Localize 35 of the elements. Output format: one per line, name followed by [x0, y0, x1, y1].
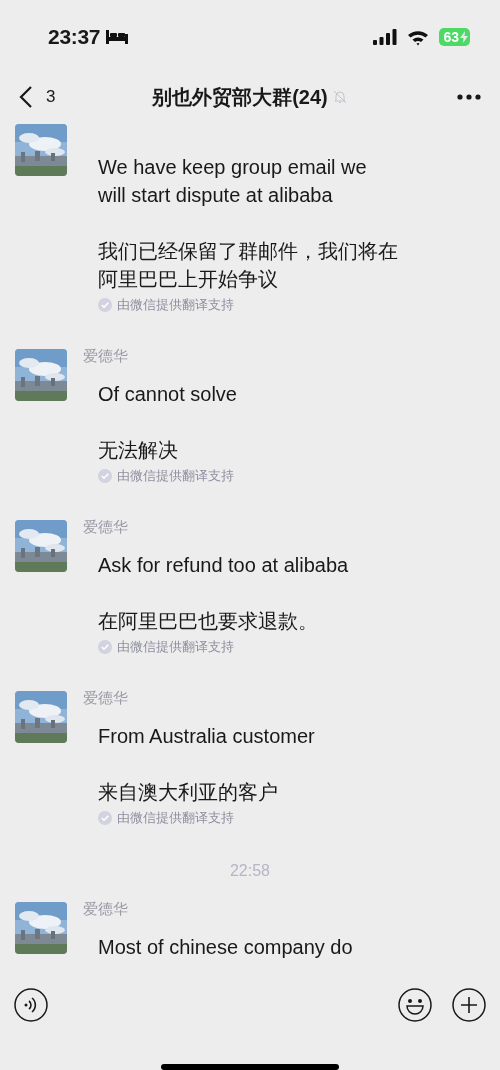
translation-note: 由微信提供翻译支持 [117, 296, 234, 314]
more-icon[interactable] [456, 93, 482, 101]
emoji-button[interactable] [398, 988, 432, 1022]
voice-button[interactable] [14, 988, 48, 1022]
translated-text: 我们已经保留了群邮件，我们将在阿里巴巴上开始争议 [98, 239, 399, 292]
chevron-left-icon [18, 85, 34, 109]
check-icon [98, 298, 112, 312]
message-text: From Australia customer [98, 724, 316, 749]
check-icon [98, 640, 112, 654]
translation-note: 由微信提供翻译支持 [117, 467, 234, 485]
sender-name: 爱德华 [83, 347, 128, 365]
chat-title: 别也外贸部大群(24) [152, 84, 328, 110]
sender-name: 爱德华 [83, 689, 128, 707]
translated-text: 在阿里巴巴也要求退款。 [98, 609, 319, 634]
translation-note: 由微信提供翻译支持 [117, 638, 234, 656]
timestamp: 22:58 [229, 862, 270, 879]
back-button[interactable]: 3 [18, 85, 56, 109]
translated-text: 无法解决 [98, 438, 179, 463]
check-icon [98, 811, 112, 825]
add-button[interactable] [452, 988, 486, 1022]
message-text: Ask for refund too at alibaba [98, 553, 350, 578]
translated-text: 来自澳大利亚的客户 [98, 780, 279, 805]
battery-indicator: 63 [439, 28, 470, 46]
wifi-icon [407, 28, 430, 46]
bed-icon [106, 30, 129, 44]
check-icon [98, 469, 112, 483]
message-text: Of cannot solve [98, 382, 238, 407]
sender-name: 爱德华 [83, 900, 128, 918]
message-text: Most of chinese company do [98, 935, 354, 960]
muted-bell-icon [331, 89, 348, 105]
message-text: We have keep group email we will start dispute at alibaba [98, 155, 368, 208]
sender-name: 爱德华 [83, 518, 128, 536]
signal-icon [373, 29, 398, 45]
translation-note: 由微信提供翻译支持 [117, 809, 234, 827]
status-time: 23:37 [48, 25, 101, 49]
